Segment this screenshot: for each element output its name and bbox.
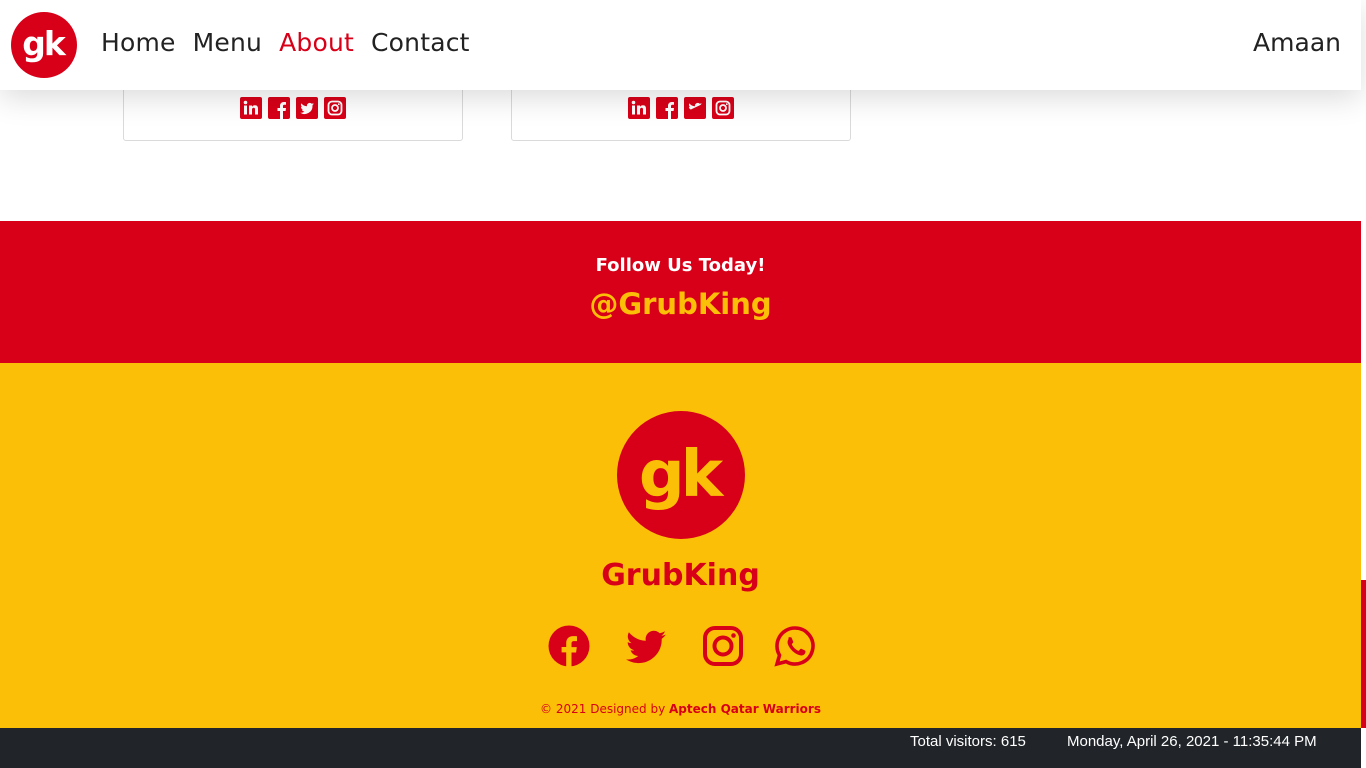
instagram-icon[interactable] bbox=[324, 97, 346, 119]
facebook-icon[interactable] bbox=[268, 97, 290, 119]
follow-handle-link[interactable]: @GrubKing bbox=[0, 287, 1361, 321]
nav-link-home[interactable]: Home bbox=[101, 28, 176, 57]
svg-text:gk: gk bbox=[22, 24, 67, 63]
twitter-icon[interactable] bbox=[296, 97, 318, 119]
status-bar: Total visitors: 615 Monday, April 26, 20… bbox=[0, 728, 1366, 768]
follow-section: Follow Us Today! @GrubKing bbox=[0, 221, 1361, 363]
visitor-count: Total visitors: 615 bbox=[910, 733, 1026, 750]
facebook-icon[interactable] bbox=[548, 625, 590, 667]
team-card-socials bbox=[512, 97, 850, 119]
svg-text:gk: gk bbox=[639, 438, 725, 512]
footer: gk GrubKing © 2021 Designed by Aptech Qa… bbox=[0, 363, 1361, 728]
copyright-text: © 2021 Designed by bbox=[540, 702, 669, 716]
current-datetime: Monday, April 26, 2021 - 11:35:44 PM bbox=[1067, 733, 1317, 750]
user-name[interactable]: Amaan bbox=[1253, 28, 1341, 57]
footer-social-links bbox=[548, 625, 816, 669]
page-scrollbar[interactable] bbox=[1361, 0, 1366, 768]
navbar: gk Home Menu About Contact Amaan bbox=[0, 0, 1361, 90]
nav-link-contact[interactable]: Contact bbox=[371, 28, 470, 57]
copyright: © 2021 Designed by Aptech Qatar Warriors bbox=[0, 702, 1361, 716]
copyright-author-link[interactable]: Aptech Qatar Warriors bbox=[669, 702, 821, 716]
footer-brand-name: GrubKing bbox=[601, 558, 760, 593]
linkedin-icon[interactable] bbox=[628, 97, 650, 119]
instagram-icon[interactable] bbox=[702, 625, 744, 667]
twitter-icon[interactable] bbox=[684, 97, 706, 119]
grubking-logo[interactable]: gk bbox=[11, 12, 77, 78]
nav-link-about[interactable]: About bbox=[279, 28, 354, 57]
whatsapp-icon[interactable] bbox=[774, 625, 816, 667]
twitter-icon[interactable] bbox=[625, 625, 667, 667]
instagram-icon[interactable] bbox=[712, 97, 734, 119]
follow-title: Follow Us Today! bbox=[595, 255, 766, 276]
grubking-footer-logo: gk bbox=[617, 411, 745, 539]
team-card-socials bbox=[124, 97, 462, 119]
nav-links: Home Menu About Contact bbox=[101, 28, 470, 57]
scrollbar-thumb[interactable] bbox=[1361, 580, 1366, 728]
linkedin-icon[interactable] bbox=[240, 97, 262, 119]
facebook-icon[interactable] bbox=[656, 97, 678, 119]
nav-link-menu[interactable]: Menu bbox=[193, 28, 262, 57]
